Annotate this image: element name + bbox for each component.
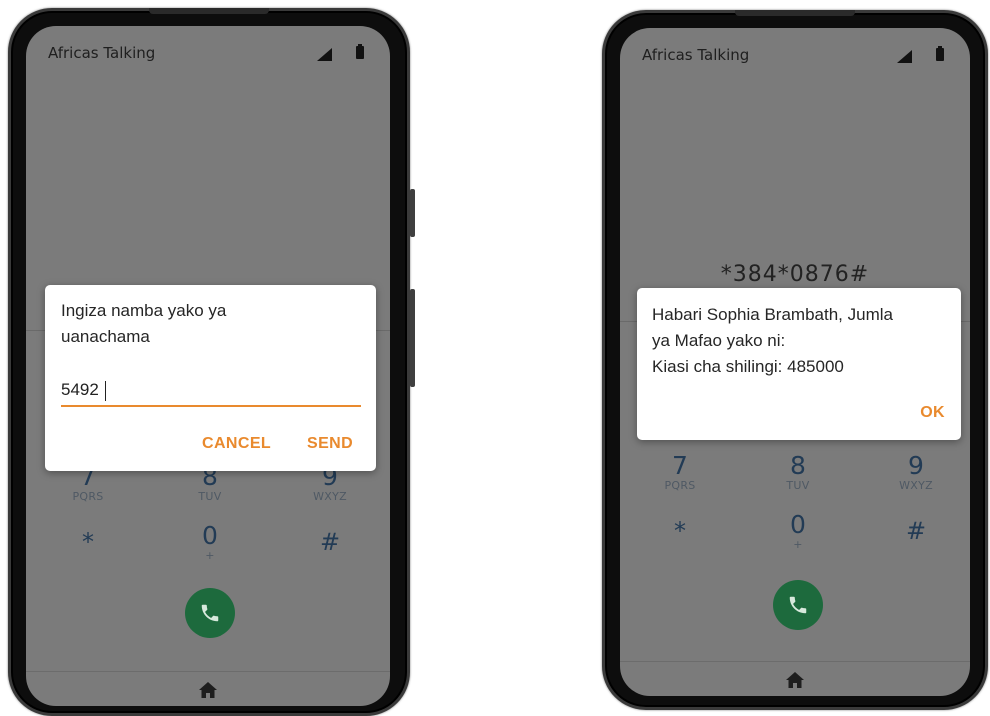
key-0[interactable]: 0 + [165, 521, 255, 563]
key-letters: WXYZ [899, 479, 933, 492]
battery-icon [936, 46, 944, 61]
key-digit: 8 [790, 451, 806, 480]
volume-button [410, 189, 415, 237]
signal-icon [897, 50, 912, 63]
ok-button[interactable]: OK [920, 404, 945, 422]
key-9[interactable]: 9 WXYZ [871, 451, 961, 493]
speaker-grille [735, 10, 855, 16]
key-star[interactable]: * [635, 518, 725, 544]
bottom-nav-bar [620, 661, 970, 696]
key-digit: # [905, 517, 927, 545]
send-button[interactable]: SEND [307, 435, 353, 453]
key-8[interactable]: 8 TUV [753, 451, 843, 493]
battery-icon [356, 44, 364, 59]
ussd-code-display: *384*0876# [720, 262, 870, 287]
power-button [410, 289, 415, 387]
key-letters: WXYZ [313, 490, 347, 503]
key-letters: + [793, 538, 803, 551]
key-digit: * [82, 528, 94, 556]
key-letters: PQRS [72, 490, 104, 503]
key-digit: 9 [908, 451, 924, 480]
app-title: Africas Talking [48, 44, 156, 62]
key-letters: TUV [198, 490, 222, 503]
text-caret [105, 381, 106, 401]
status-bar: Africas Talking [48, 44, 368, 64]
key-star[interactable]: * [43, 529, 133, 555]
app-title: Africas Talking [642, 46, 750, 64]
status-bar: Africas Talking [642, 46, 948, 66]
dialog-message-line: ya Mafao yako ni: [652, 331, 786, 350]
key-hash[interactable]: # [285, 529, 375, 555]
phone-screen: Africas Talking *384*0876# 7 PQRS 8 TUV … [620, 28, 970, 696]
dialog-message: Habari Sophia Brambath, Jumla ya Mafao y… [652, 302, 952, 380]
key-digit: # [319, 528, 341, 556]
key-digit: * [674, 517, 686, 545]
bottom-nav-bar [26, 671, 390, 706]
key-letters: PQRS [664, 479, 696, 492]
dialog-message-line: Kiasi cha shilingi: 485000 [652, 357, 844, 376]
phone-screen: Africas Talking 7 PQRS 8 TUV 9 WXYZ * 0 … [26, 26, 390, 706]
phone-icon [789, 596, 807, 614]
dialog-prompt: Ingiza namba yako ya uanachama [61, 298, 341, 350]
left-phone: Africas Talking 7 PQRS 8 TUV 9 WXYZ * 0 … [8, 8, 415, 716]
cancel-button[interactable]: CANCEL [202, 435, 271, 453]
key-letters: + [205, 549, 215, 562]
phone-icon [201, 604, 219, 622]
call-button[interactable] [773, 580, 823, 630]
key-0[interactable]: 0 + [753, 510, 843, 552]
home-icon[interactable] [199, 682, 217, 698]
member-number-input[interactable] [61, 380, 361, 407]
key-7[interactable]: 7 PQRS [635, 451, 725, 493]
key-hash[interactable]: # [871, 518, 961, 544]
key-letters: TUV [786, 479, 810, 492]
right-phone: Africas Talking *384*0876# 7 PQRS 8 TUV … [602, 10, 988, 710]
key-digit: 0 [790, 510, 806, 539]
balance-result-dialog: Habari Sophia Brambath, Jumla ya Mafao y… [637, 288, 961, 440]
dialog-prompt-line: Ingiza namba yako ya [61, 301, 227, 320]
member-number-dialog: Ingiza namba yako ya uanachama CANCEL SE… [45, 285, 376, 471]
speaker-grille [149, 8, 269, 14]
key-digit: 0 [202, 521, 218, 550]
home-icon[interactable] [786, 672, 804, 688]
signal-icon [317, 48, 332, 61]
key-digit: 7 [672, 451, 688, 480]
call-button[interactable] [185, 588, 235, 638]
dialog-prompt-line: uanachama [61, 327, 150, 346]
dialog-message-line: Habari Sophia Brambath, Jumla [652, 305, 893, 324]
